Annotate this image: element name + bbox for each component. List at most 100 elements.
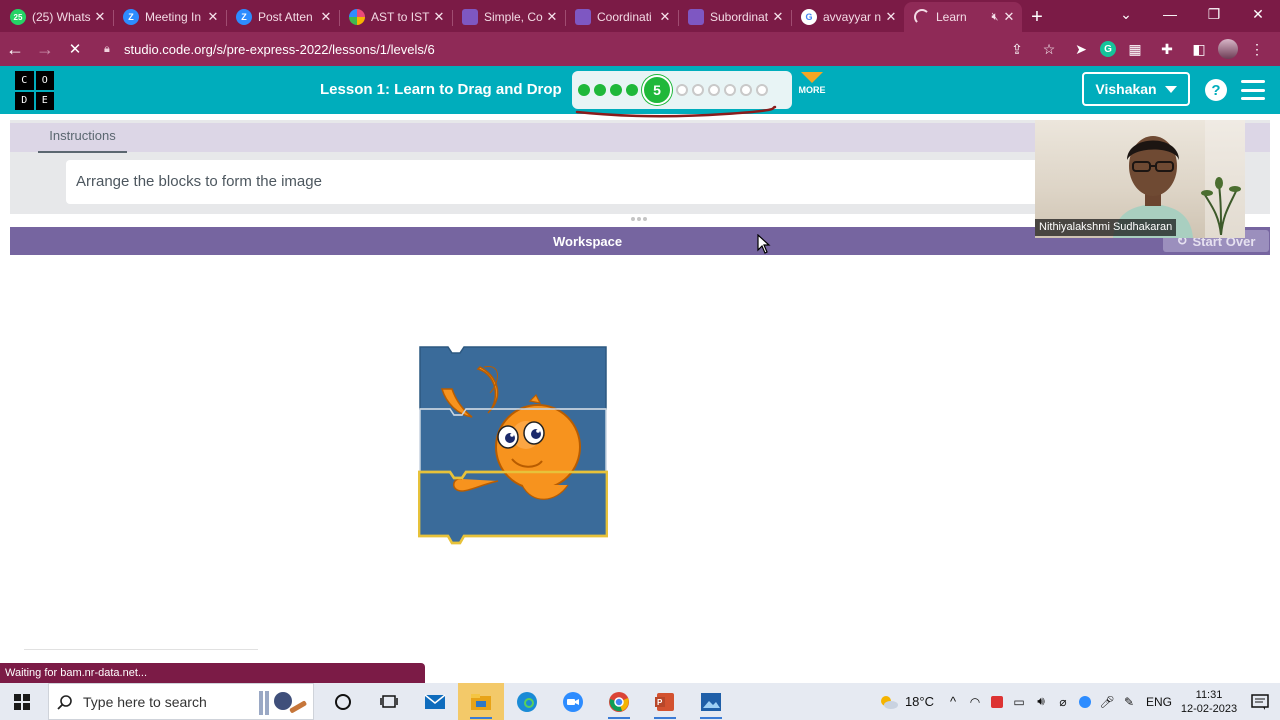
app-tray-icon[interactable]: [986, 683, 1008, 720]
extensions-puzzle-icon[interactable]: ✚: [1154, 36, 1180, 62]
lesson-title[interactable]: Lesson 1: Learn to Drag and Drop: [320, 81, 562, 98]
weather-icon[interactable]: [875, 683, 901, 720]
close-icon[interactable]: ✕: [1002, 9, 1016, 25]
level-dot-completed[interactable]: [594, 84, 606, 96]
level-dot-upcoming[interactable]: [756, 84, 768, 96]
browser-toolbar: ← → ✕ 🔒︎ studio.code.org/s/pre-express-2…: [0, 32, 1280, 66]
tab-label: AST to IST: [371, 10, 430, 24]
close-icon[interactable]: ✕: [206, 9, 220, 25]
browser-tab-meeting[interactable]: Z Meeting In ✕: [113, 2, 226, 32]
language-indicator[interactable]: ENG: [1140, 695, 1178, 709]
caret-down-icon: [1164, 85, 1177, 93]
extension-grid-icon[interactable]: ▦: [1122, 36, 1148, 62]
clock[interactable]: 11:31 12-02-2023: [1178, 688, 1240, 716]
level-dot-upcoming[interactable]: [692, 84, 704, 96]
close-icon[interactable]: ✕: [884, 9, 898, 25]
window-controls: ⌄ — ❐ ✕: [1104, 0, 1280, 32]
profile-avatar[interactable]: [1218, 39, 1238, 59]
level-dot-upcoming[interactable]: [676, 84, 688, 96]
browser-status-bar: Waiting for bam.nr-data.net...: [0, 663, 425, 683]
close-window-icon[interactable]: ✕: [1236, 0, 1280, 28]
tab-search-icon[interactable]: ⌄: [1104, 0, 1148, 28]
restore-icon[interactable]: ❐: [1192, 0, 1236, 28]
microphone-icon[interactable]: 🎤︎: [1096, 683, 1118, 720]
browser-tab-coordinating[interactable]: Coordinati ✕: [565, 2, 678, 32]
zoom-icon[interactable]: [550, 683, 596, 720]
forward-icon[interactable]: →: [30, 34, 60, 64]
extension-arrow-icon[interactable]: ➤: [1068, 36, 1094, 62]
more-levels-button[interactable]: MORE: [796, 72, 828, 95]
zoom-tray-icon[interactable]: [1074, 683, 1096, 720]
chevron-up-icon[interactable]: ^: [942, 683, 964, 720]
resize-grip-icon[interactable]: [631, 217, 649, 221]
code-org-logo[interactable]: C O D E: [15, 71, 54, 110]
browser-tab-post-attendance[interactable]: Z Post Atten ✕: [226, 2, 339, 32]
notification-icon[interactable]: [1240, 693, 1280, 710]
system-tray: 18°C ^ ◠ ▭ 🔊︎ ⌀ 🎤︎ ✎ ENG 11:31 12-02-202…: [875, 683, 1280, 720]
level-dot-upcoming[interactable]: [708, 84, 720, 96]
puzzle-blocks[interactable]: [418, 345, 608, 545]
powerpoint-icon[interactable]: P: [642, 683, 688, 720]
browser-tab-ast-to-ist[interactable]: AST to IST ✕: [339, 2, 452, 32]
level-dot-completed[interactable]: [578, 84, 590, 96]
browser-tab-learn[interactable]: Learn 🔇︎ ✕: [904, 2, 1022, 32]
photos-icon[interactable]: [688, 683, 734, 720]
close-icon[interactable]: ✕: [771, 9, 785, 25]
stop-loading-icon[interactable]: ✕: [60, 34, 90, 64]
windows-start-icon[interactable]: [0, 683, 44, 720]
level-dot-completed[interactable]: [610, 84, 622, 96]
side-panel-icon[interactable]: ◧: [1186, 36, 1212, 62]
task-view-icon[interactable]: [366, 683, 412, 720]
address-bar[interactable]: 🔒︎ studio.code.org/s/pre-express-2022/le…: [104, 36, 1064, 62]
close-icon[interactable]: ✕: [319, 9, 333, 25]
volume-icon[interactable]: 🔊︎: [1030, 683, 1052, 720]
weather-temp[interactable]: 18°C: [905, 694, 934, 709]
grammarly-icon[interactable]: G: [1100, 41, 1116, 57]
browser-tab-simple[interactable]: Simple, Co ✕: [452, 2, 565, 32]
chrome-icon[interactable]: [596, 683, 642, 720]
level-dot-completed[interactable]: [626, 84, 638, 96]
puzzle-block-bottom[interactable]: [418, 470, 608, 545]
browser-tab-google[interactable]: G avvayyar n ✕: [791, 2, 904, 32]
tab-instructions[interactable]: Instructions: [38, 128, 127, 153]
menu-kebab-icon[interactable]: ⋮: [1244, 36, 1270, 62]
whatsapp-icon: 25: [10, 9, 26, 25]
battery-icon[interactable]: ▭: [1008, 683, 1030, 720]
level-dot-current[interactable]: 5: [642, 75, 672, 105]
file-explorer-icon[interactable]: [458, 683, 504, 720]
level-dot-upcoming[interactable]: [724, 84, 736, 96]
close-icon[interactable]: ✕: [545, 9, 559, 25]
close-icon[interactable]: ✕: [658, 9, 672, 25]
mute-icon[interactable]: 🔇︎: [988, 11, 1002, 24]
search-icon: [57, 694, 72, 710]
taskbar-search-box[interactable]: Type here to search: [48, 683, 314, 720]
share-icon[interactable]: ⇪: [1004, 36, 1030, 62]
new-tab-button[interactable]: +: [1022, 2, 1052, 32]
minimize-icon[interactable]: —: [1148, 0, 1192, 28]
back-icon[interactable]: ←: [0, 34, 30, 64]
user-name: Vishakan: [1095, 81, 1157, 97]
network-icon[interactable]: ⌀: [1052, 683, 1074, 720]
cortana-icon[interactable]: [320, 683, 366, 720]
cricket-icon: [259, 690, 307, 715]
hamburger-menu-icon[interactable]: [1241, 80, 1265, 100]
puzzle-block-top[interactable]: [419, 346, 607, 416]
close-icon[interactable]: ✕: [432, 9, 446, 25]
toolbar-icons: ⇪ ☆ ➤ G ▦ ✚ ◧ ⋮: [1004, 36, 1270, 62]
workspace-canvas[interactable]: [10, 255, 1270, 659]
user-menu-button[interactable]: Vishakan: [1082, 72, 1190, 106]
mouse-cursor-icon: [757, 234, 771, 254]
taskbar-apps: P: [320, 683, 734, 720]
close-icon[interactable]: ✕: [93, 9, 107, 25]
pen-icon[interactable]: ✎: [1118, 683, 1140, 720]
level-dot-upcoming[interactable]: [740, 84, 752, 96]
logo-letter: C: [15, 71, 34, 90]
mail-icon[interactable]: [412, 683, 458, 720]
tab-label: avvayyar n: [823, 10, 882, 24]
wifi-icon[interactable]: ◠: [964, 683, 986, 720]
edge-icon[interactable]: [504, 683, 550, 720]
bookmark-star-icon[interactable]: ☆: [1036, 36, 1062, 62]
browser-tab-subordinating[interactable]: Subordinat ✕: [678, 2, 791, 32]
browser-tab-whatsapp[interactable]: 25 (25) Whats ✕: [0, 2, 113, 32]
help-icon[interactable]: ?: [1205, 79, 1227, 101]
